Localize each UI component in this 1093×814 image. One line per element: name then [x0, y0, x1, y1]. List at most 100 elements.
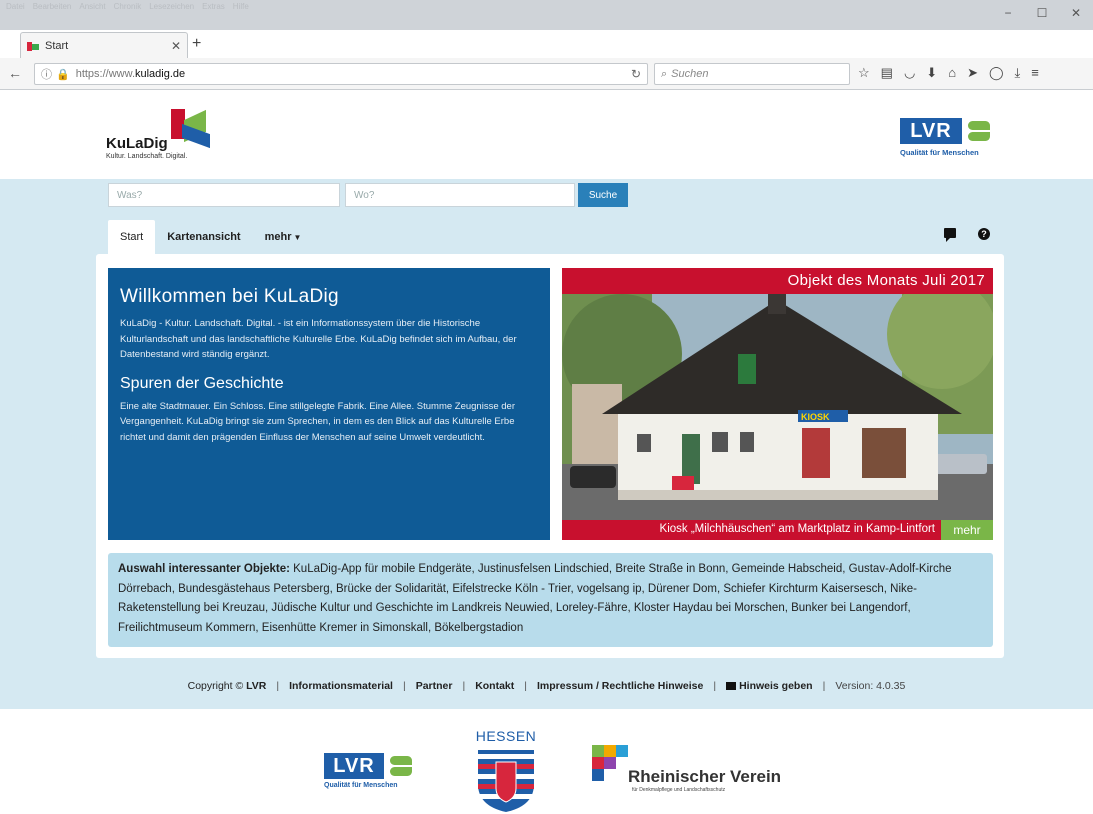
footer-copyright-owner[interactable]: LVR [246, 680, 266, 692]
welcome-body: Eine alte Stadtmauer. Ein Schloss. Eine … [120, 400, 515, 443]
logo-tagline: Kultur. Landschaft. Digital. [106, 153, 188, 160]
footer-separator: | [822, 680, 826, 692]
url-protocol: https://www. [75, 68, 135, 80]
kuladig-favicon-icon [27, 41, 39, 51]
toolbar-icons: ☆ ▤ ◡ ⬇ ⌂ ➤ ◯ ⤓ ≡ [858, 65, 1039, 81]
download-icon[interactable]: ⬇ [926, 65, 937, 81]
home-icon[interactable]: ⌂ [948, 65, 956, 81]
lvr-tagline: Qualität für Menschen [900, 148, 979, 157]
hessen-wordmark: HESSEN [475, 728, 537, 744]
address-bar[interactable]: ⓘ 🔒 https://www. kuladig.de ↻ [34, 63, 648, 85]
logo-name: KuLaDig [106, 135, 168, 152]
menu-bookmarks[interactable]: Lesezeichen [149, 2, 194, 11]
help-icon[interactable]: ? [978, 228, 990, 240]
downloads-icon[interactable]: ⤓ [1015, 65, 1021, 81]
footer-separator: | [713, 680, 717, 692]
close-window-icon[interactable]: ✕ [1059, 6, 1093, 20]
welcome-panel: Willkommen bei KuLaDig KuLaDig - Kultur.… [108, 268, 550, 540]
hessen-shield-icon [478, 750, 534, 812]
menu-history[interactable]: Chronik [114, 2, 142, 11]
tab-more[interactable]: mehr ▼ [253, 220, 314, 254]
nav-icons: ? [944, 228, 990, 242]
menu-edit[interactable]: Bearbeiten [33, 2, 72, 11]
footer-info-link[interactable]: Informationsmaterial [289, 680, 393, 692]
partner-rheinischer-verein-logo[interactable]: Rheinischer Verein für Denkmalpflege und… [592, 745, 792, 795]
interesting-objects: Auswahl interessanter Objekte: KuLaDig-A… [108, 553, 993, 647]
search-placeholder: Suchen [671, 68, 709, 80]
lock-icon: 🔒 [56, 68, 70, 81]
tab-more-label: mehr [264, 231, 292, 243]
welcome-subtitle: Spuren der Geschichte [120, 374, 284, 392]
footer-copyright: Copyright © [187, 680, 244, 692]
close-tab-icon[interactable]: ✕ [171, 39, 181, 53]
partner-hessen-logo[interactable]: HESSEN [472, 728, 540, 814]
footer-contact-link[interactable]: Kontakt [475, 680, 514, 692]
search-button[interactable]: Suche [578, 183, 628, 207]
menu-bar: Datei Bearbeiten Ansicht Chronik Lesezei… [6, 2, 249, 11]
tab-map-view[interactable]: Kartenansicht [155, 220, 252, 254]
site-footer: Copyright © LVR | Informationsmaterial |… [0, 674, 1093, 698]
object-of-month-caption: Kiosk „Milchhäuschen“ am Marktplatz in K… [562, 520, 941, 540]
rheinischer-verein-mark-icon [592, 745, 628, 781]
back-icon[interactable]: ← [8, 65, 22, 81]
info-icon[interactable]: ⓘ [41, 66, 52, 82]
menu-view[interactable]: Ansicht [79, 2, 105, 11]
url-host: kuladig.de [135, 68, 186, 80]
footer-separator: | [462, 680, 466, 692]
navigation-toolbar: ← ⓘ 🔒 https://www. kuladig.de ↻ ⌕ Suchen… [0, 58, 1093, 90]
object-of-month[interactable]: Objekt des Monats Juli 2017 KIOSK Kiosk … [562, 268, 993, 540]
lvr-wordmark: LVR [900, 118, 962, 144]
hamburger-menu-icon[interactable]: ≡ [1031, 65, 1039, 81]
footer-separator: | [402, 680, 406, 692]
menu-tools[interactable]: Extras [202, 2, 225, 11]
comment-icon [726, 682, 737, 690]
footer-feedback-link[interactable]: Hinweis geben [739, 680, 813, 692]
minimize-icon[interactable]: − [991, 6, 1025, 20]
lvr-arrow-icon [386, 753, 416, 779]
rheinischer-verein-name: Rheinischer Verein [628, 767, 782, 786]
window-controls: − ☐ ✕ [991, 6, 1093, 20]
kiosk-photo[interactable]: KIOSK [562, 294, 993, 520]
rheinischer-verein-sub: für Denkmalpflege und Landschaftsschutz [632, 787, 726, 793]
caret-down-icon: ▼ [293, 232, 302, 242]
menu-file[interactable]: Datei [6, 2, 25, 11]
object-of-month-more-button[interactable]: mehr [941, 520, 993, 540]
tab-start[interactable]: Start [108, 220, 156, 254]
footer-partner-link[interactable]: Partner [416, 680, 453, 692]
browser-search-input[interactable]: ⌕ Suchen [654, 63, 850, 85]
site-header: KuLaDig Kultur. Landschaft. Digital. LVR… [0, 91, 1093, 179]
lvr-tagline: Qualität für Menschen [324, 782, 398, 789]
bookmark-star-icon[interactable]: ☆ [858, 65, 870, 81]
footer-separator: | [524, 680, 528, 692]
reload-icon[interactable]: ↻ [631, 67, 641, 81]
search-what-input[interactable]: Was? [108, 183, 340, 207]
comment-icon[interactable] [944, 228, 956, 242]
kuladig-logo[interactable]: KuLaDig Kultur. Landschaft. Digital. [106, 107, 266, 163]
partner-lvr-logo[interactable]: LVR Qualität für Menschen [324, 753, 424, 797]
main-nav: Start Kartenansicht mehr ▼ [108, 220, 313, 254]
welcome-title: Willkommen bei KuLaDig [120, 286, 339, 307]
maximize-icon[interactable]: ☐ [1025, 6, 1059, 20]
search-icon: ⌕ [661, 67, 668, 80]
lvr-arrow-icon [964, 118, 994, 144]
browser-tab[interactable]: Start ✕ [20, 32, 188, 58]
pocket-icon[interactable]: ◡ [904, 65, 915, 81]
footer-separator: | [276, 680, 280, 692]
lvr-logo[interactable]: LVR Qualität für Menschen [900, 118, 1000, 168]
new-tab-icon[interactable]: + [192, 35, 201, 53]
kiosk-sign: KIOSK [801, 412, 830, 422]
welcome-intro: KuLaDig - Kultur. Landschaft. Digital. -… [120, 318, 517, 360]
menu-help[interactable]: Hilfe [233, 2, 249, 11]
tab-title: Start [45, 39, 69, 52]
addon-icon[interactable]: ◯ [989, 65, 1004, 81]
object-of-month-heading: Objekt des Monats Juli 2017 [562, 268, 993, 294]
send-icon[interactable]: ➤ [967, 65, 978, 81]
objects-lead: Auswahl interessanter Objekte: [118, 563, 290, 575]
reading-list-icon[interactable]: ▤ [881, 65, 893, 81]
partner-logos: LVR Qualität für Menschen HESSEN Rheinis… [0, 709, 1093, 814]
footer-imprint-link[interactable]: Impressum / Rechtliche Hinweise [537, 680, 703, 692]
search-where-input[interactable]: Wo? [345, 183, 575, 207]
lvr-wordmark: LVR [324, 753, 384, 779]
footer-version: Version: 4.0.35 [835, 680, 906, 692]
window-titlebar: Datei Bearbeiten Ansicht Chronik Lesezei… [0, 0, 1093, 30]
